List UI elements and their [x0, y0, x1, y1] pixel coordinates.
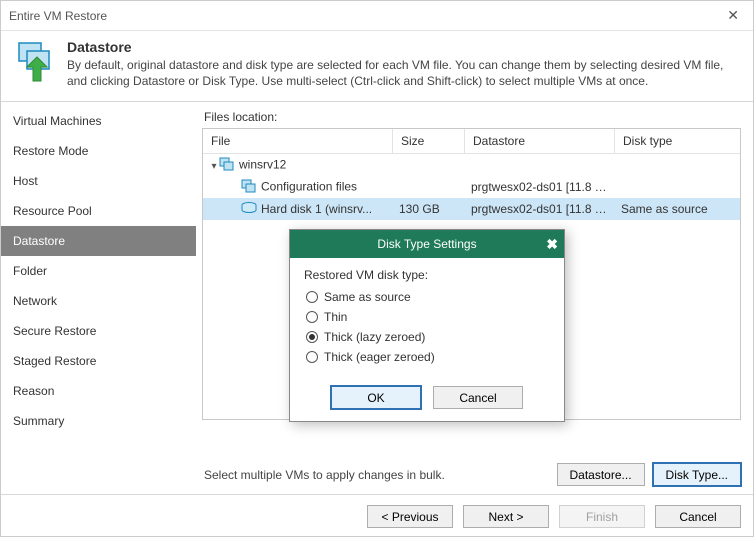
- bulk-hint: Select multiple VMs to apply changes in …: [204, 468, 445, 482]
- file-name: Configuration files: [261, 180, 357, 194]
- datastore-button[interactable]: Datastore...: [557, 463, 645, 486]
- radio-label: Thick (eager zeroed): [324, 350, 435, 364]
- col-disk-type[interactable]: Disk type: [615, 129, 740, 153]
- file-datastore: prgtwesx02-ds01 [11.8 TB...: [465, 202, 615, 216]
- table-row[interactable]: ▾ winsrv12: [203, 154, 740, 176]
- file-name: Hard disk 1 (winsrv...: [261, 202, 372, 216]
- hd-icon: [241, 202, 257, 217]
- expander-icon[interactable]: ▾: [209, 161, 219, 172]
- sidebar-item-reason[interactable]: Reason: [1, 376, 196, 406]
- dialog-cancel-button[interactable]: Cancel: [433, 386, 523, 409]
- sidebar-item-staged-restore[interactable]: Staged Restore: [1, 346, 196, 376]
- radio-icon: [306, 291, 318, 303]
- col-file[interactable]: File: [203, 129, 393, 153]
- dialog-title: Disk Type Settings ✖: [290, 230, 564, 258]
- sidebar-item-secure-restore[interactable]: Secure Restore: [1, 316, 196, 346]
- wizard-sidebar: Virtual MachinesRestore ModeHostResource…: [1, 102, 196, 494]
- page-title: Datastore: [67, 39, 741, 55]
- file-disk-type: Same as source: [615, 202, 740, 216]
- radio-label: Thick (lazy zeroed): [324, 330, 425, 344]
- file-size: 130 GB: [393, 202, 465, 216]
- page-description: By default, original datastore and disk …: [67, 57, 741, 89]
- next-button[interactable]: Next >: [463, 505, 549, 528]
- cfg-icon: [241, 179, 257, 196]
- sidebar-item-summary[interactable]: Summary: [1, 406, 196, 436]
- disk-type-settings-dialog: Disk Type Settings ✖ Restored VM disk ty…: [289, 229, 565, 422]
- finish-button: Finish: [559, 505, 645, 528]
- dialog-title-text: Disk Type Settings: [377, 237, 476, 251]
- window-title: Entire VM Restore: [9, 9, 721, 23]
- sidebar-item-resource-pool[interactable]: Resource Pool: [1, 196, 196, 226]
- table-row[interactable]: Configuration files prgtwesx02-ds01 [11.8…: [203, 176, 740, 198]
- sidebar-item-network[interactable]: Network: [1, 286, 196, 316]
- titlebar: Entire VM Restore ✕: [1, 1, 753, 31]
- sidebar-item-restore-mode[interactable]: Restore Mode: [1, 136, 196, 166]
- col-datastore[interactable]: Datastore: [465, 129, 615, 153]
- restored-disk-type-label: Restored VM disk type:: [304, 268, 550, 282]
- vm-icon: [219, 157, 235, 174]
- datastore-arrow-icon: [13, 39, 57, 83]
- file-datastore: prgtwesx02-ds01 [11.8 TB...: [465, 180, 615, 194]
- radio-thick-lazy-zeroed-[interactable]: Thick (lazy zeroed): [304, 328, 550, 348]
- col-size[interactable]: Size: [393, 129, 465, 153]
- radio-icon: [306, 311, 318, 323]
- radio-same-as-source[interactable]: Same as source: [304, 288, 550, 308]
- radio-thin[interactable]: Thin: [304, 308, 550, 328]
- radio-icon: [306, 331, 318, 343]
- dialog-ok-button[interactable]: OK: [331, 386, 421, 409]
- disk-type-button[interactable]: Disk Type...: [653, 463, 741, 486]
- sidebar-item-folder[interactable]: Folder: [1, 256, 196, 286]
- radio-thick-eager-zeroed-[interactable]: Thick (eager zeroed): [304, 348, 550, 368]
- tree-header: File Size Datastore Disk type: [203, 129, 740, 154]
- radio-label: Same as source: [324, 290, 411, 304]
- radio-label: Thin: [324, 310, 347, 324]
- close-icon[interactable]: ✕: [721, 7, 745, 24]
- cancel-button[interactable]: Cancel: [655, 505, 741, 528]
- page-header: Datastore By default, original datastore…: [1, 31, 753, 102]
- previous-button[interactable]: < Previous: [367, 505, 453, 528]
- sidebar-item-host[interactable]: Host: [1, 166, 196, 196]
- files-location-label: Files location:: [204, 110, 741, 124]
- dialog-close-icon[interactable]: ✖: [546, 230, 558, 258]
- sidebar-item-datastore[interactable]: Datastore: [1, 226, 196, 256]
- radio-icon: [306, 351, 318, 363]
- table-row[interactable]: Hard disk 1 (winsrv... 130 GBprgtwesx02-d…: [203, 198, 740, 220]
- wizard-footer: < Previous Next > Finish Cancel: [1, 494, 753, 538]
- file-name: winsrv12: [239, 158, 286, 172]
- sidebar-item-virtual-machines[interactable]: Virtual Machines: [1, 106, 196, 136]
